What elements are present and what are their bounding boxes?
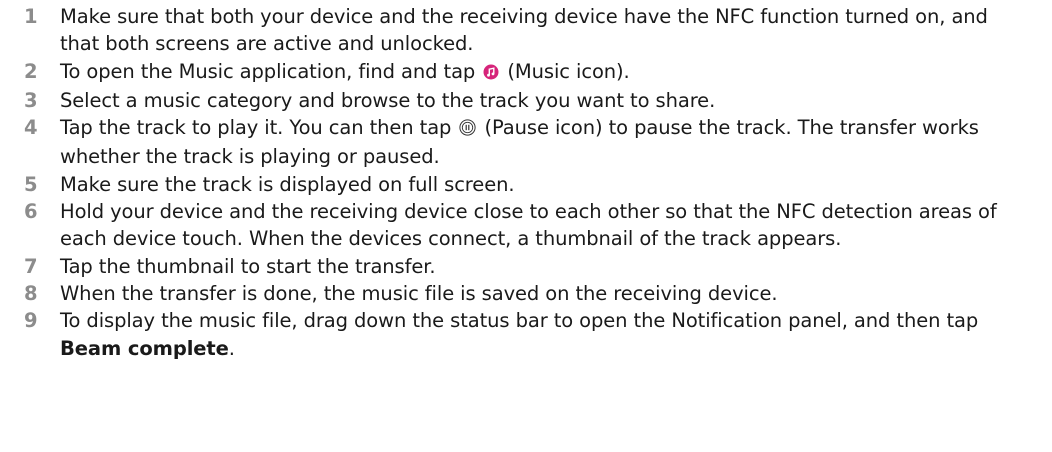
step-4: 4 Tap the track to play it. You can then… bbox=[0, 114, 1052, 171]
step-text: Tap the thumbnail to start the transfer. bbox=[60, 254, 436, 278]
step-7: 7 Tap the thumbnail to start the transfe… bbox=[0, 253, 1052, 280]
step-text: To display the music file, drag down the… bbox=[60, 307, 1052, 362]
step-number: 4 bbox=[24, 116, 38, 140]
step-number: 3 bbox=[24, 88, 38, 112]
step-6: 6 Hold your device and the receiving dev… bbox=[0, 198, 1052, 253]
step-3: 3 Select a music category and browse to … bbox=[0, 87, 1052, 114]
step-text: Select a music category and browse to th… bbox=[60, 88, 716, 112]
step-9: 9 To display the music file, drag down t… bbox=[0, 307, 1052, 362]
step-text: To open the Music application, find and … bbox=[60, 58, 1052, 87]
step-text: Tap the track to play it. You can then t… bbox=[60, 114, 1052, 171]
beam-complete-label: Beam complete bbox=[60, 336, 229, 360]
step-text-before: Tap the track to play it. You can then t… bbox=[60, 116, 458, 140]
step-5: 5 Make sure the track is displayed on fu… bbox=[0, 171, 1052, 198]
step-2: 2 To open the Music application, find an… bbox=[0, 58, 1052, 87]
step-text-before: To open the Music application, find and … bbox=[60, 59, 482, 83]
step-number: 5 bbox=[24, 172, 38, 196]
step-text-after: . bbox=[228, 336, 235, 360]
step-number: 9 bbox=[24, 309, 38, 333]
step-number: 7 bbox=[24, 254, 38, 278]
step-text: Make sure that both your device and the … bbox=[60, 5, 988, 56]
step-text: When the transfer is done, the music fil… bbox=[60, 281, 778, 305]
step-1: 1 Make sure that both your device and th… bbox=[0, 3, 1052, 58]
music-app-icon bbox=[483, 60, 499, 87]
steps-list: 1 Make sure that both your device and th… bbox=[0, 0, 1052, 362]
step-text-before: To display the music file, drag down the… bbox=[60, 309, 979, 333]
step-8: 8 When the transfer is done, the music f… bbox=[0, 280, 1052, 307]
step-number: 8 bbox=[24, 281, 38, 305]
step-text-after: (Music icon). bbox=[501, 59, 630, 83]
pause-icon bbox=[459, 116, 477, 143]
step-number: 2 bbox=[24, 59, 38, 83]
step-number: 6 bbox=[24, 200, 38, 224]
step-number: 1 bbox=[24, 5, 38, 28]
step-text: Hold your device and the receiving devic… bbox=[60, 200, 997, 251]
step-text: Make sure the track is displayed on full… bbox=[60, 172, 515, 196]
